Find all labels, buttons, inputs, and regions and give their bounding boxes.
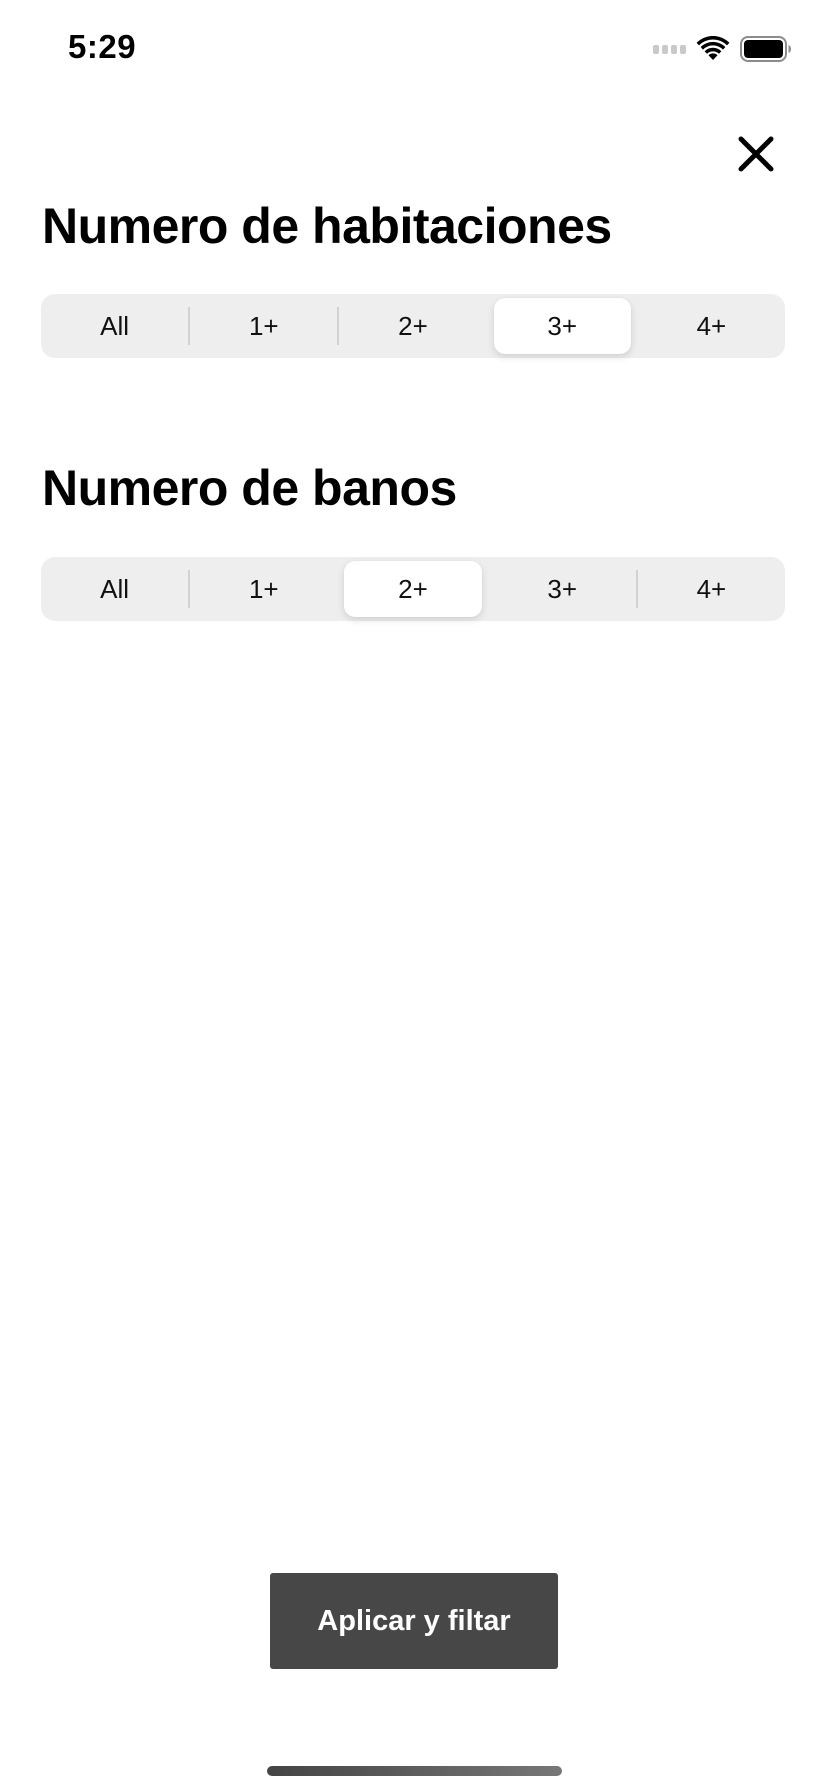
bathrooms-option-3-plus[interactable]: 3+ xyxy=(489,557,636,621)
bedrooms-option-4-plus[interactable]: 4+ xyxy=(638,294,785,358)
wifi-icon xyxy=(696,36,730,60)
status-icons xyxy=(653,36,792,62)
bedrooms-option-all[interactable]: All xyxy=(41,294,188,358)
bathrooms-option-1-plus[interactable]: 1+ xyxy=(190,557,337,621)
bedrooms-option-2-plus[interactable]: 2+ xyxy=(339,294,486,358)
signal-icon xyxy=(653,44,686,54)
status-bar: 5:29 xyxy=(0,0,828,100)
home-indicator xyxy=(267,1766,562,1776)
bedrooms-option-1-plus[interactable]: 1+ xyxy=(190,294,337,358)
bedrooms-option-3-plus[interactable]: 3+ xyxy=(489,294,636,358)
close-button[interactable] xyxy=(736,134,776,174)
bathrooms-option-all[interactable]: All xyxy=(41,557,188,621)
bathrooms-title: Numero de banos xyxy=(42,460,457,516)
bathrooms-option-2-plus[interactable]: 2+ xyxy=(339,557,486,621)
status-time: 5:29 xyxy=(68,28,137,65)
apply-filter-button[interactable]: Aplicar y filtar xyxy=(270,1573,558,1669)
bathrooms-option-4-plus[interactable]: 4+ xyxy=(638,557,785,621)
bathrooms-segmented-control[interactable]: All 1+ 2+ 3+ 4+ xyxy=(41,557,785,621)
battery-icon xyxy=(740,36,791,62)
close-icon xyxy=(738,136,774,172)
bedrooms-title: Numero de habitaciones xyxy=(42,198,612,254)
bedrooms-segmented-control[interactable]: All 1+ 2+ 3+ 4+ xyxy=(41,294,785,358)
